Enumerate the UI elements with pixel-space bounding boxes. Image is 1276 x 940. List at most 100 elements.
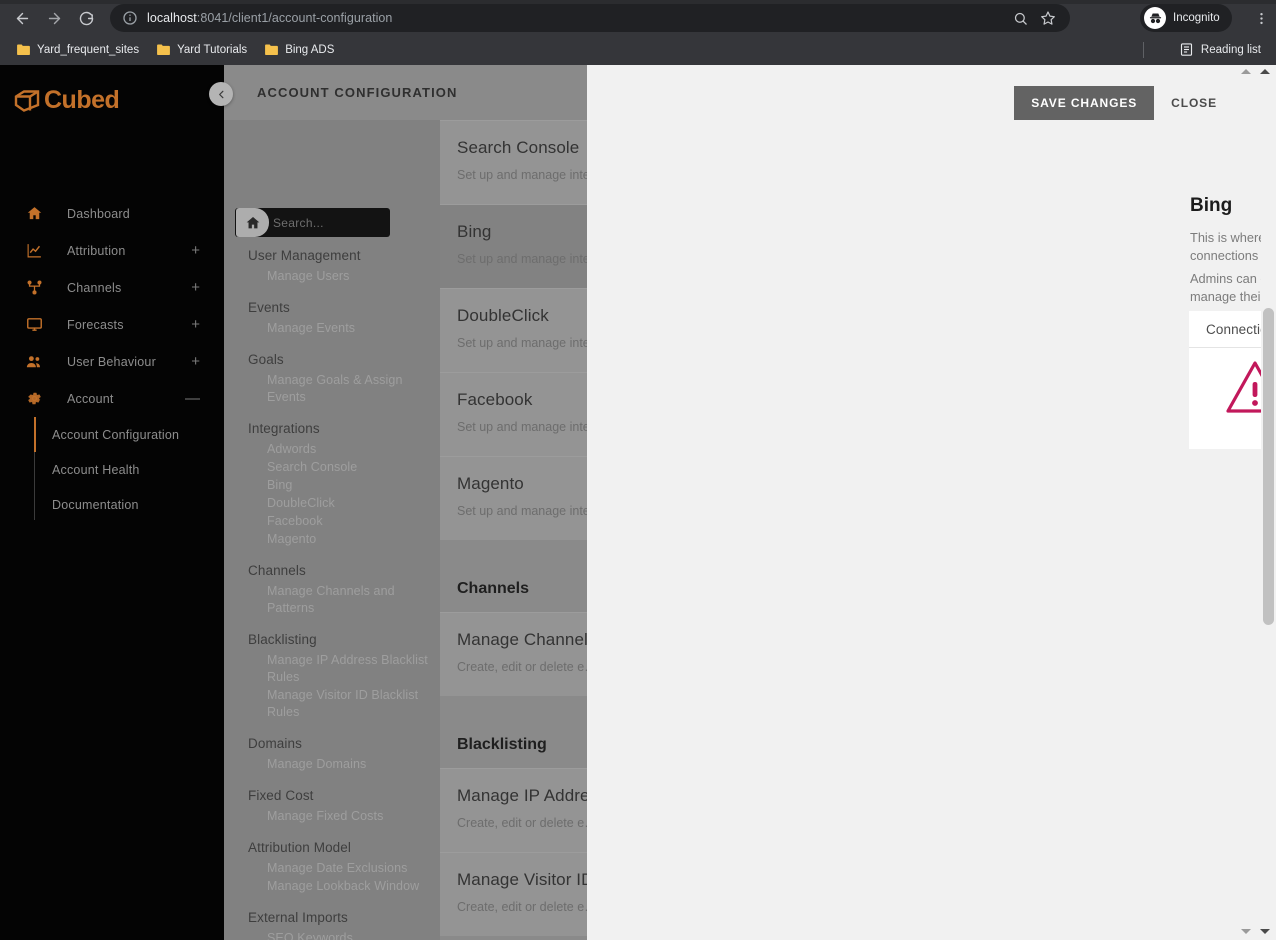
menu-sub-item[interactable]: Manage Fixed Costs [248, 808, 430, 825]
menu-sub-item[interactable]: Manage Visitor ID Blacklist Rules [248, 687, 430, 721]
address-bar[interactable]: localhost:8041/client1/account-configura… [110, 4, 1070, 32]
scroll-down-arrow-icon[interactable] [1241, 929, 1251, 934]
menu-group: Attribution Model Manage Date Exclusions… [248, 837, 430, 895]
menu-group-title[interactable]: Channels [248, 560, 430, 582]
menu-sub-item[interactable]: SEO Keywords [248, 930, 430, 940]
menu-group-title[interactable]: Attribution Model [248, 837, 430, 859]
sidebar-item-forecasts[interactable]: Forecasts + [0, 306, 224, 343]
close-button[interactable]: CLOSE [1158, 86, 1230, 120]
search-icon[interactable] [1010, 8, 1030, 28]
bookmark-item[interactable]: Yard_frequent_sites [8, 41, 148, 59]
incognito-icon [1144, 7, 1166, 29]
home-icon [246, 216, 259, 228]
menu-sub-item[interactable]: Manage Events [248, 320, 430, 337]
sidebar-item-account[interactable]: Account — [0, 380, 224, 417]
configuration-menu-tree: User Management Manage Users Events Mana… [224, 245, 440, 940]
menu-sub-item[interactable]: Manage Date Exclusions [248, 860, 430, 877]
brand-logo[interactable]: Cubed [14, 88, 120, 113]
sidebar-item-label: Account [67, 391, 114, 406]
menu-group-title[interactable]: Domains [248, 733, 430, 755]
sidebar-item-documentation[interactable]: Documentation [34, 487, 224, 522]
menu-group-title[interactable]: Integrations [248, 418, 430, 440]
sidebar-item-user-behaviour[interactable]: User Behaviour + [0, 343, 224, 380]
menu-sub-item[interactable]: Bing [248, 477, 430, 494]
menu-group: Channels Manage Channels and Patterns [248, 560, 430, 617]
expand-toggle[interactable]: + [191, 354, 200, 369]
network-nodes-icon [24, 278, 44, 298]
menu-group-title[interactable]: User Management [248, 245, 430, 267]
menu-group: Blacklisting Manage IP Address Blacklist… [248, 629, 430, 721]
search-placeholder: Search... [273, 215, 324, 230]
sidebar-item-attribution[interactable]: Attribution + [0, 232, 224, 269]
menu-group-title[interactable]: Blacklisting [248, 629, 430, 651]
menu-group: Fixed Cost Manage Fixed Costs [248, 785, 430, 825]
sidebar-item-dashboard[interactable]: Dashboard [0, 195, 224, 232]
sidebar-group-account: Account — Account Configuration Account … [0, 380, 224, 522]
forward-button[interactable] [40, 4, 68, 32]
menu-sub-item[interactable]: Manage Channels and Patterns [248, 583, 430, 617]
bing-integration-panel: SAVE CHANGES CLOSE Bing This is where yo… [587, 65, 1276, 940]
reload-icon [79, 11, 93, 25]
save-changes-button[interactable]: SAVE CHANGES [1014, 86, 1155, 120]
scroll-up-arrow-icon[interactable] [1260, 69, 1270, 74]
browser-chrome: localhost:8041/client1/account-configura… [0, 0, 1276, 34]
sidebar-item-channels[interactable]: Channels + [0, 269, 224, 306]
url-host: localhost [147, 11, 197, 25]
home-icon [24, 204, 44, 224]
menu-sub-item[interactable]: Manage Domains [248, 756, 430, 773]
page-scrollbar-thumb[interactable] [1263, 308, 1274, 625]
url-path: :8041/client1/account-configuration [196, 11, 393, 25]
url-text: localhost:8041/client1/account-configura… [147, 11, 392, 25]
star-icon[interactable] [1038, 8, 1058, 28]
menu-group-title[interactable]: Goals [248, 349, 430, 371]
gear-icon [24, 389, 44, 409]
reading-list-button[interactable]: Reading list [1172, 38, 1268, 61]
menu-sub-item[interactable]: Manage Users [248, 268, 430, 285]
menu-sub-item[interactable]: Magento [248, 531, 430, 548]
collapse-sidebar-button[interactable] [209, 82, 233, 106]
sidebar-item-label: Channels [67, 280, 122, 295]
menu-sub-item[interactable]: DoubleClick [248, 495, 430, 512]
sidebar-item-label: Attribution [67, 243, 126, 258]
menu-sub-item[interactable]: Manage Goals & Assign Events [248, 372, 430, 406]
menu-group-title[interactable]: External Imports [248, 907, 430, 929]
profile-chip[interactable]: Incognito [1140, 4, 1232, 32]
line-chart-icon [24, 241, 44, 261]
expand-toggle[interactable]: + [191, 280, 200, 295]
sidebar-item-account-configuration[interactable]: Account Configuration [34, 417, 224, 452]
cube-logo-icon [14, 89, 40, 112]
back-button[interactable] [8, 4, 36, 32]
profile-label: Incognito [1173, 12, 1220, 24]
sidebar-item-label: Dashboard [67, 206, 130, 221]
panel-title: Bing [1190, 195, 1233, 216]
menu-sub-item[interactable]: Adwords [248, 441, 430, 458]
sidebar-subitem-label: Account Configuration [52, 427, 180, 442]
menu-sub-item[interactable]: Search Console [248, 459, 430, 476]
info-circle-icon[interactable] [122, 10, 138, 26]
menu-sub-item[interactable]: Facebook [248, 513, 430, 530]
menu-sub-item[interactable]: Manage IP Address Blacklist Rules [248, 652, 430, 686]
bookmark-item[interactable]: Bing ADS [256, 41, 343, 59]
bookmark-item[interactable]: Yard Tutorials [148, 41, 256, 59]
reload-button[interactable] [72, 4, 100, 32]
primary-sidebar: Cubed Dashboard Attribution + Channels +… [0, 65, 224, 940]
bookmarks-bar: Yard_frequent_sites Yard Tutorials Bing … [0, 34, 1276, 65]
page-scrollbar[interactable] [1261, 65, 1276, 940]
browser-menu-button[interactable] [1250, 4, 1272, 32]
menu-group-title[interactable]: Fixed Cost [248, 785, 430, 807]
scroll-down-arrow-icon[interactable] [1260, 929, 1270, 934]
omnibox-actions [1010, 4, 1058, 32]
expand-toggle[interactable]: + [191, 317, 200, 332]
bookmark-label: Bing ADS [285, 43, 335, 56]
menu-group-title[interactable]: Events [248, 297, 430, 319]
sidebar-subnav-account: Account Configuration Account Health Doc… [0, 417, 224, 522]
scroll-up-arrow-icon[interactable] [1241, 69, 1251, 74]
menu-group: Events Manage Events [248, 297, 430, 337]
expand-toggle[interactable]: — [185, 391, 200, 406]
home-button[interactable] [236, 208, 269, 237]
menu-sub-item[interactable]: Manage Lookback Window [248, 878, 430, 895]
expand-toggle[interactable]: + [191, 243, 200, 258]
chevron-left-icon [218, 90, 223, 98]
sidebar-subitem-label: Account Health [52, 462, 140, 477]
sidebar-item-account-health[interactable]: Account Health [34, 452, 224, 487]
